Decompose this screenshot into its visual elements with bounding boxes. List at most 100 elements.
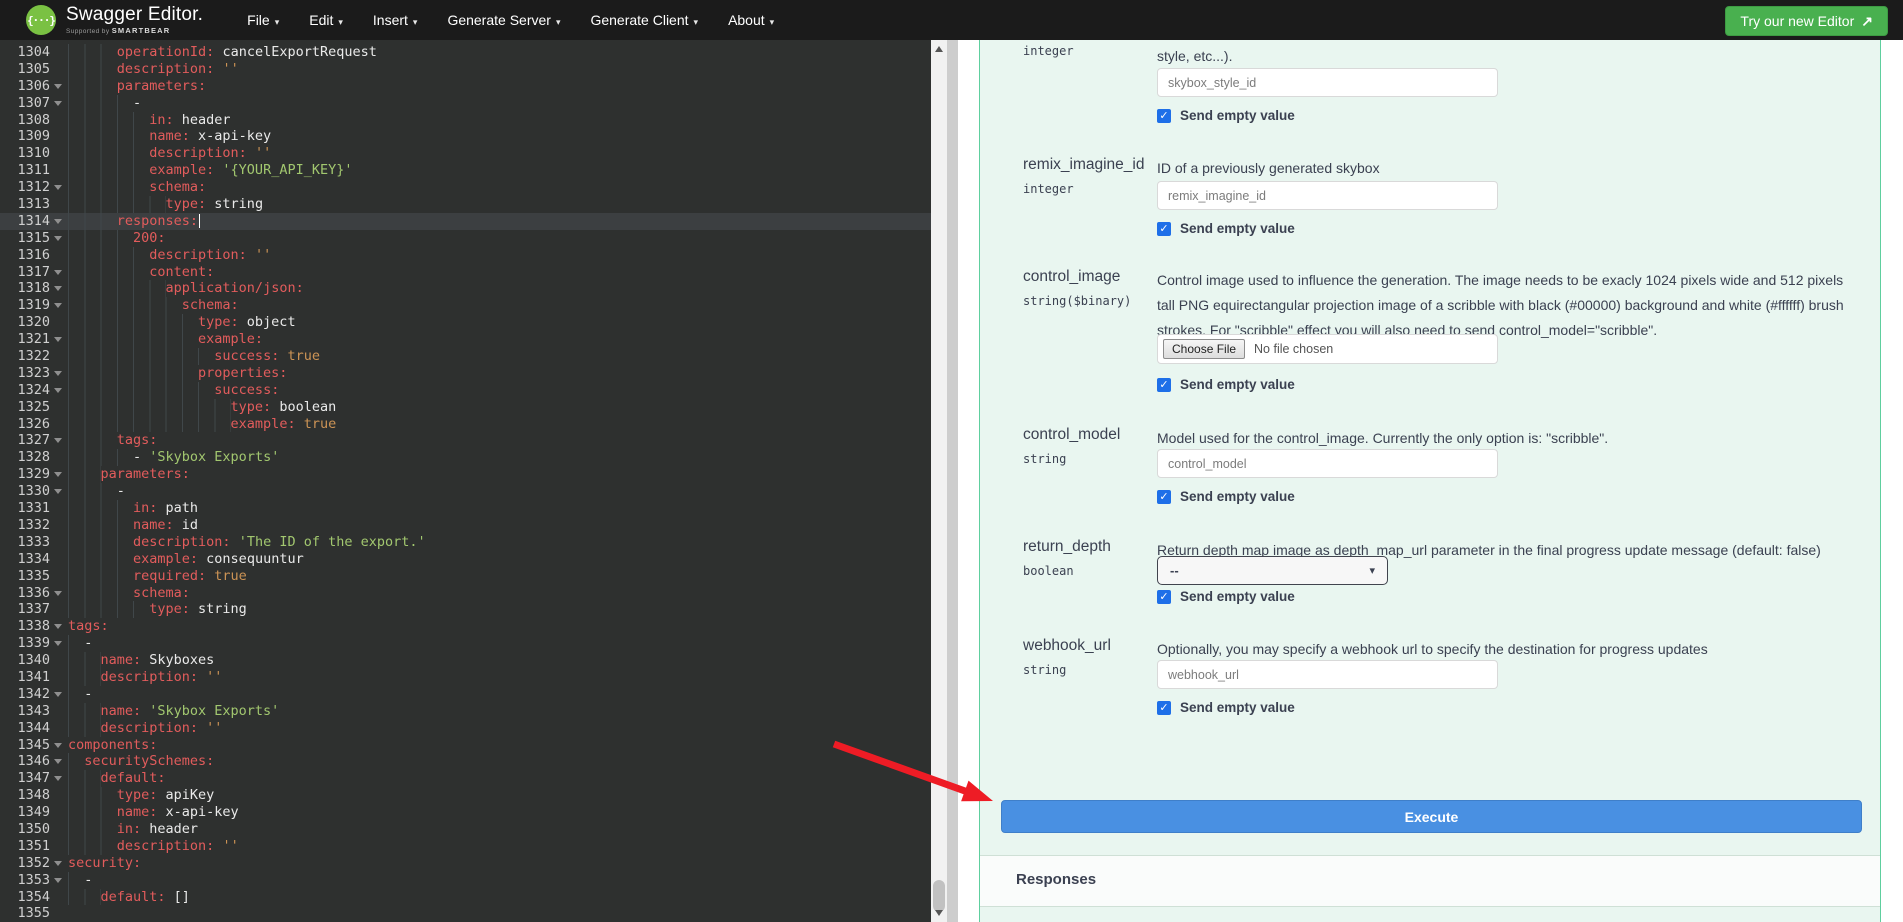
editor-line-1345[interactable]: 1345 components: bbox=[0, 737, 931, 754]
webhook_url-input[interactable] bbox=[1157, 660, 1498, 689]
editor-line-1334[interactable]: 1334 example: consequuntur bbox=[0, 550, 931, 568]
editor-line-1355[interactable]: 1355 bbox=[0, 905, 931, 922]
yaml-editor[interactable]: 1304 operationId: cancelExportRequest 1305… bbox=[0, 40, 931, 922]
skybox_style_id-input[interactable] bbox=[1157, 68, 1498, 97]
editor-line-1325[interactable]: 1325 type: boolean bbox=[0, 398, 931, 416]
fold-toggle-icon[interactable] bbox=[54, 286, 62, 292]
editor-line-1327[interactable]: 1327 tags: bbox=[0, 432, 931, 450]
editor-line-1309[interactable]: 1309 name: x-api-key bbox=[0, 128, 931, 146]
menu-about[interactable]: About ▾ bbox=[728, 12, 774, 28]
editor-line-1353[interactable]: 1353- bbox=[0, 871, 931, 889]
fold-toggle-icon[interactable] bbox=[54, 624, 62, 630]
editor-line-1319[interactable]: 1319 schema: bbox=[0, 297, 931, 315]
fold-toggle-icon[interactable] bbox=[54, 185, 62, 191]
execute-button[interactable]: Execute bbox=[1001, 800, 1862, 833]
remix_imagine_id-input[interactable] bbox=[1157, 181, 1498, 210]
send-empty-value-checkbox[interactable]: ✓ bbox=[1157, 700, 1171, 715]
send-empty-value-checkbox[interactable]: ✓ bbox=[1157, 589, 1171, 604]
editor-line-1346[interactable]: 1346 securitySchemes: bbox=[0, 753, 931, 771]
fold-toggle-icon[interactable] bbox=[54, 641, 62, 647]
editor-line-1314[interactable]: 1314 responses: bbox=[0, 212, 931, 230]
fold-toggle-icon[interactable] bbox=[54, 691, 62, 697]
return-depth-select[interactable]: -- ▾ bbox=[1157, 556, 1388, 585]
editor-line-1344[interactable]: 1344 description: '' bbox=[0, 719, 931, 737]
editor-line-1335[interactable]: 1335 required: true bbox=[0, 567, 931, 585]
send-empty-value-checkbox[interactable]: ✓ bbox=[1157, 377, 1171, 392]
fold-toggle-icon[interactable] bbox=[54, 387, 62, 393]
scroll-down-icon[interactable] bbox=[931, 906, 947, 920]
menu-file[interactable]: File ▾ bbox=[247, 12, 279, 28]
editor-line-1310[interactable]: 1310 description: '' bbox=[0, 145, 931, 163]
editor-line-1312[interactable]: 1312 schema: bbox=[0, 179, 931, 197]
editor-line-1339[interactable]: 1339- bbox=[0, 635, 931, 653]
editor-line-1331[interactable]: 1331 in: path bbox=[0, 500, 931, 517]
editor-line-1304[interactable]: 1304 operationId: cancelExportRequest bbox=[0, 44, 931, 61]
editor-line-1336[interactable]: 1336 schema: bbox=[0, 584, 931, 602]
editor-line-1308[interactable]: 1308 in: header bbox=[0, 111, 931, 129]
fold-toggle-icon[interactable] bbox=[54, 877, 62, 883]
editor-line-1340[interactable]: 1340 name: Skyboxes bbox=[0, 652, 931, 669]
editor-line-1324[interactable]: 1324 success: bbox=[0, 381, 931, 399]
editor-line-1349[interactable]: 1349 name: x-api-key bbox=[0, 804, 931, 821]
menu-insert[interactable]: Insert ▾ bbox=[373, 12, 418, 28]
editor-line-1323[interactable]: 1323 properties: bbox=[0, 364, 931, 382]
editor-line-1342[interactable]: 1342- bbox=[0, 685, 931, 703]
editor-line-1348[interactable]: 1348 type: apiKey bbox=[0, 787, 931, 805]
control-image-file-input[interactable]: Choose File No file chosen bbox=[1157, 334, 1498, 364]
send-empty-value-checkbox[interactable]: ✓ bbox=[1157, 221, 1171, 236]
fold-toggle-icon[interactable] bbox=[54, 337, 62, 343]
editor-line-1318[interactable]: 1318 application/json: bbox=[0, 280, 931, 298]
pane-splitter[interactable] bbox=[947, 40, 958, 922]
fold-toggle-icon[interactable] bbox=[54, 235, 62, 241]
editor-line-1326[interactable]: 1326 example: true bbox=[0, 415, 931, 433]
menu-edit[interactable]: Edit ▾ bbox=[309, 12, 343, 28]
editor-line-1328[interactable]: 1328- 'Skybox Exports' bbox=[0, 449, 931, 467]
fold-toggle-icon[interactable] bbox=[54, 860, 62, 866]
fold-toggle-icon[interactable] bbox=[54, 759, 62, 765]
choose-file-button[interactable]: Choose File bbox=[1163, 339, 1246, 359]
editor-line-1321[interactable]: 1321 example: bbox=[0, 331, 931, 349]
editor-line-1322[interactable]: 1322 success: true bbox=[0, 348, 931, 365]
editor-line-1329[interactable]: 1329 parameters: bbox=[0, 466, 931, 484]
editor-line-1347[interactable]: 1347 default: bbox=[0, 770, 931, 788]
fold-toggle-icon[interactable] bbox=[54, 269, 62, 275]
editor-line-1351[interactable]: 1351 description: '' bbox=[0, 837, 931, 855]
fold-toggle-icon[interactable] bbox=[54, 438, 62, 444]
editor-line-1315[interactable]: 1315 200: bbox=[0, 229, 931, 247]
editor-line-1332[interactable]: 1332 name: id bbox=[0, 516, 931, 534]
editor-line-1311[interactable]: 1311 example: '{YOUR_API_KEY}' bbox=[0, 162, 931, 180]
editor-line-1316[interactable]: 1316 description: '' bbox=[0, 246, 931, 264]
fold-toggle-icon[interactable] bbox=[54, 776, 62, 782]
editor-line-1313[interactable]: 1313 type: string bbox=[0, 196, 931, 213]
fold-toggle-icon[interactable] bbox=[54, 590, 62, 596]
editor-line-1341[interactable]: 1341 description: '' bbox=[0, 668, 931, 686]
editor-line-1338[interactable]: 1338 tags: bbox=[0, 618, 931, 635]
editor-line-1350[interactable]: 1350 in: header bbox=[0, 820, 931, 838]
scroll-up-icon[interactable] bbox=[931, 42, 947, 56]
menu-generate-server[interactable]: Generate Server ▾ bbox=[447, 12, 560, 28]
editor-line-1305[interactable]: 1305 description: '' bbox=[0, 60, 931, 78]
editor-scrollbar[interactable] bbox=[931, 40, 947, 922]
fold-toggle-icon[interactable] bbox=[54, 742, 62, 748]
send-empty-value-checkbox[interactable]: ✓ bbox=[1157, 108, 1171, 123]
editor-line-1306[interactable]: 1306 parameters: bbox=[0, 77, 931, 95]
editor-line-1333[interactable]: 1333 description: 'The ID of the export.' bbox=[0, 533, 931, 551]
fold-toggle-icon[interactable] bbox=[54, 472, 62, 478]
editor-line-1307[interactable]: 1307- bbox=[0, 94, 931, 112]
editor-line-1320[interactable]: 1320 type: object bbox=[0, 314, 931, 332]
control_model-input[interactable] bbox=[1157, 449, 1498, 478]
menu-generate-client[interactable]: Generate Client ▾ bbox=[590, 12, 698, 28]
editor-line-1337[interactable]: 1337 type: string bbox=[0, 601, 931, 619]
fold-toggle-icon[interactable] bbox=[54, 370, 62, 376]
try-new-editor-button[interactable]: Try our new Editor ↗ bbox=[1725, 6, 1888, 36]
fold-toggle-icon[interactable] bbox=[54, 489, 62, 495]
fold-toggle-icon[interactable] bbox=[54, 303, 62, 309]
fold-toggle-icon[interactable] bbox=[54, 83, 62, 89]
fold-toggle-icon[interactable] bbox=[54, 100, 62, 106]
editor-line-1352[interactable]: 1352 security: bbox=[0, 855, 931, 872]
editor-line-1317[interactable]: 1317 content: bbox=[0, 263, 931, 281]
send-empty-value-checkbox[interactable]: ✓ bbox=[1157, 489, 1171, 504]
editor-line-1354[interactable]: 1354 default: [] bbox=[0, 888, 931, 906]
editor-line-1343[interactable]: 1343 name: 'Skybox Exports' bbox=[0, 702, 931, 720]
fold-toggle-icon[interactable] bbox=[54, 218, 62, 224]
